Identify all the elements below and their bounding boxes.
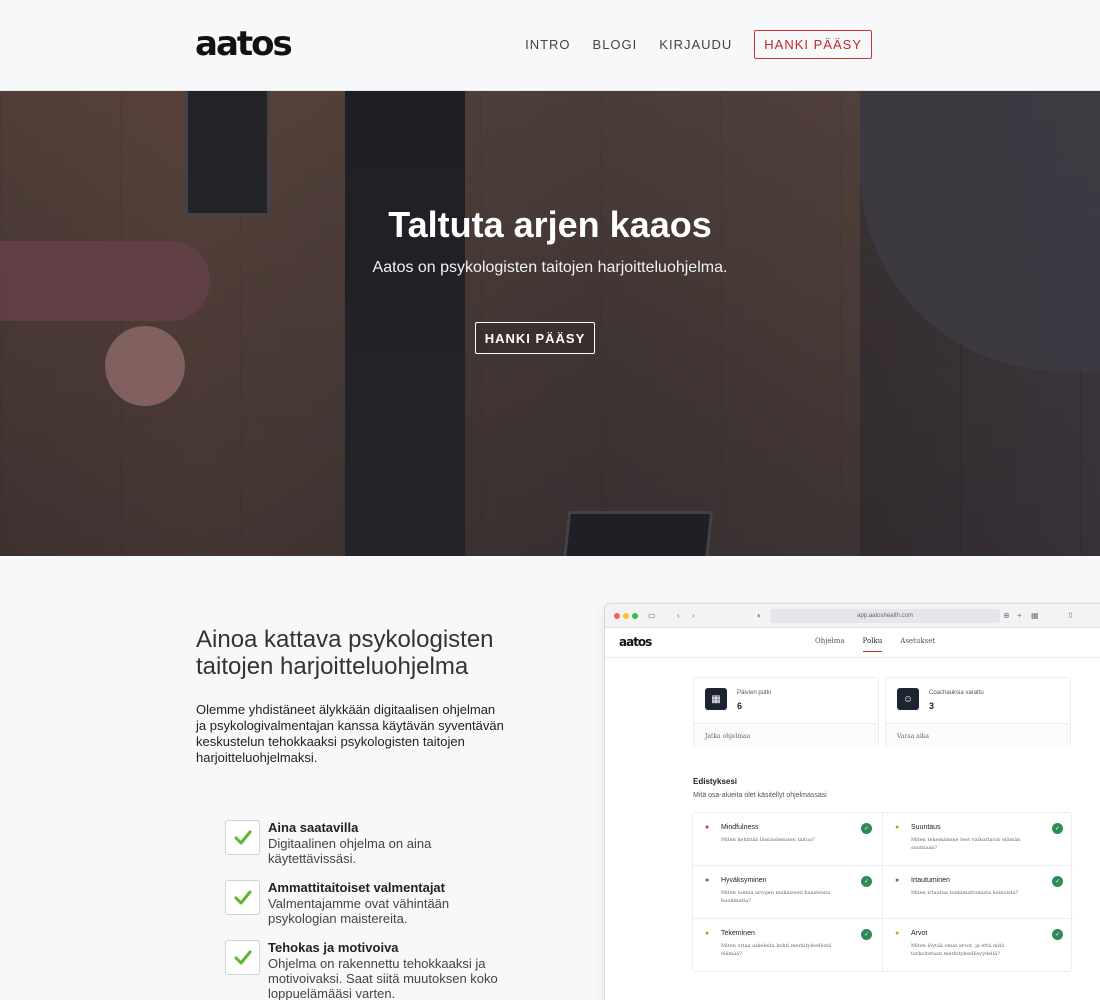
direction-icon: ● <box>895 824 900 831</box>
shield-icon: ◐ <box>757 611 762 620</box>
feature-title: Aina saatavilla <box>268 820 359 835</box>
area-title: Arvot <box>911 930 928 937</box>
completed-badge-icon: ✓ <box>1052 876 1063 887</box>
action-icon: ● <box>705 930 710 937</box>
area-title: Hyväksyminen <box>721 877 767 884</box>
coaching-card: ☺ Coachauksia varattu 3 Varaa aika <box>885 677 1071 748</box>
acceptance-icon: ● <box>705 877 710 884</box>
coach-icon: ☺ <box>897 688 919 710</box>
nav-blogi[interactable]: BLOGI <box>593 37 638 52</box>
progress-grid: ● Mindfulness Miten kehittää läsnäolemis… <box>692 812 1073 972</box>
area-description: Miten ottaa askeleita kohti merkityksell… <box>721 943 832 957</box>
minimize-dot-icon <box>623 613 629 619</box>
progress-title: Edistyksesi <box>693 777 738 786</box>
tab-ohjelma: Ohjelma <box>815 637 845 645</box>
stat-label: Päivien putki <box>737 690 772 696</box>
area-card: ● Suuntaus Miten tekemämme teot vaikutta… <box>883 813 1073 866</box>
area-title: Irtautuminen <box>911 877 950 884</box>
completed-badge-icon: ✓ <box>1052 929 1063 940</box>
feature-description: Valmentajamme ovat vähintään psykologian… <box>268 896 450 926</box>
get-access-button[interactable]: HANKI PÄÄSY <box>754 30 872 59</box>
streak-card: ▦ Päivien putki 6 Jatka ohjelmaa <box>693 677 879 748</box>
sidebar-icon: ▭ <box>648 611 656 620</box>
completed-badge-icon: ✓ <box>861 823 872 834</box>
area-card: ● Mindfulness Miten kehittää läsnäolemis… <box>693 813 883 866</box>
feature-description: Digitaalinen ohjelma on aina käytettävis… <box>268 836 432 866</box>
close-dot-icon <box>614 613 620 619</box>
feature-title: Ammattitaitoiset valmentajat <box>268 880 445 895</box>
new-tab-icon: + <box>1017 611 1022 620</box>
progress-subtitle: Mitä osa-alueita olet käsitellyt ohjelma… <box>693 792 827 799</box>
app-screenshot: ▭ ‹ › ◐ app.aatoshealth.com ⊕ + ▦ ⇧ aato… <box>604 603 1100 1000</box>
completed-badge-icon: ✓ <box>1052 823 1063 834</box>
completed-badge-icon: ✓ <box>861 929 872 940</box>
defusion-icon: ● <box>895 877 900 884</box>
check-icon <box>225 820 260 855</box>
area-card: ● Arvot Miten löytää omat arvot, ja että… <box>883 919 1073 972</box>
stat-value: 6 <box>737 701 743 711</box>
feature-title: Tehokas ja motivoiva <box>268 940 399 955</box>
check-icon <box>225 880 260 915</box>
address-bar: app.aatoshealth.com <box>770 609 1000 623</box>
feature-item: Ammattitaitoiset valmentajat Valmentajam… <box>225 880 515 928</box>
maximize-dot-icon <box>632 613 638 619</box>
site-logo[interactable]: aatos <box>195 24 293 64</box>
nav-kirjaudu[interactable]: KIRJAUDU <box>659 37 732 52</box>
tabs-icon: ▦ <box>1031 611 1039 620</box>
calendar-icon: ▦ <box>705 688 727 710</box>
area-description: Miten tekemämme teot vaikuttavat elämän … <box>911 837 1021 851</box>
mindfulness-icon: ● <box>705 824 710 831</box>
browser-chrome: ▭ ‹ › ◐ app.aatoshealth.com ⊕ + ▦ ⇧ <box>605 604 1100 628</box>
area-description: Miten kehittää läsnäolemisen taitoa? <box>721 837 815 843</box>
feature-item: Aina saatavilla Digitaalinen ohjelma on … <box>225 820 515 868</box>
app-logo: aatos <box>619 635 652 649</box>
stat-footer-link: Jatka ohjelmaa <box>694 723 878 748</box>
forward-icon: › <box>692 611 695 620</box>
area-description: Miten löytää omat arvot, ja että mitä ta… <box>911 943 1005 957</box>
area-description: Miten irtautua toimimattomista keinoista… <box>911 890 1019 896</box>
area-title: Suuntaus <box>911 824 941 831</box>
stat-label: Coachauksia varattu <box>929 690 984 696</box>
app-nav: aatos Ohjelma Polku Asetukset <box>605 628 1100 658</box>
site-header: aatos INTRO BLOGI KIRJAUDU HANKI PÄÄSY <box>0 0 1100 91</box>
area-title: Mindfulness <box>721 824 759 831</box>
stat-footer-link: Varaa aika <box>886 723 1070 748</box>
section-title: Ainoa kattava psykologisten taitojen har… <box>196 626 494 680</box>
tab-asetukset: Asetukset <box>900 637 936 645</box>
area-card: ● Tekeminen Miten ottaa askeleita kohti … <box>693 919 883 972</box>
area-description: Miten toimia arvojen mukaisesti haasteis… <box>721 890 831 904</box>
share-icon: ⇧ <box>1067 611 1074 620</box>
nav-intro[interactable]: INTRO <box>525 37 570 52</box>
completed-badge-icon: ✓ <box>861 876 872 887</box>
hero-section: Taltuta arjen kaaos Aatos on psykologist… <box>0 91 1100 556</box>
area-card: ● Irtautuminen Miten irtautua toimimatto… <box>883 866 1073 919</box>
tab-polku: Polku <box>862 637 883 652</box>
hero-subtitle: Aatos on psykologisten taitojen harjoitt… <box>372 259 728 276</box>
check-icon <box>225 940 260 975</box>
back-icon: ‹ <box>677 611 680 620</box>
feature-item: Tehokas ja motivoiva Ohjelma on rakennet… <box>225 940 515 1000</box>
area-card: ● Hyväksyminen Miten toimia arvojen muka… <box>693 866 883 919</box>
hero-title: Taltuta arjen kaaos <box>388 204 712 245</box>
feature-list: Aina saatavilla Digitaalinen ohjelma on … <box>225 820 515 1000</box>
hero-get-access-button[interactable]: HANKI PÄÄSY <box>475 322 595 354</box>
values-icon: ● <box>895 930 900 937</box>
section-text: Olemme yhdistäneet älykkään digitaalisen… <box>196 702 504 765</box>
main-nav: INTRO BLOGI KIRJAUDU HANKI PÄÄSY <box>525 30 872 59</box>
stat-value: 3 <box>929 701 935 711</box>
download-icon: ⊕ <box>1003 611 1010 620</box>
feature-description: Ohjelma on rakennettu tehokkaaksi ja mot… <box>268 956 498 1000</box>
area-title: Tekeminen <box>721 930 755 937</box>
